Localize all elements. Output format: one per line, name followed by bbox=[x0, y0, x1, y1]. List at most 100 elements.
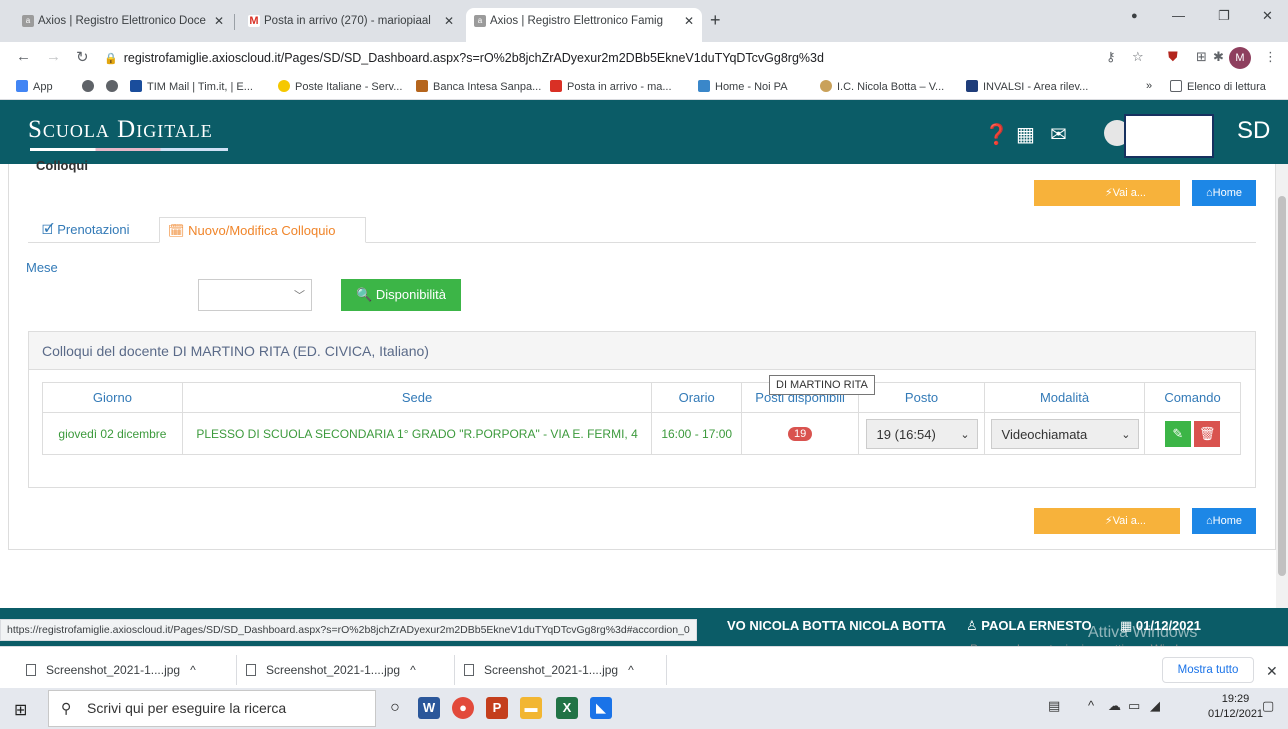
windows-start-icon[interactable]: ⊞ bbox=[14, 700, 27, 720]
modalita-select[interactable]: Videochiamata ⌄ bbox=[990, 418, 1139, 449]
cell-posto: 19 (16:54) ⌄ bbox=[858, 412, 986, 455]
task-view-icon[interactable]: ○ bbox=[384, 697, 406, 719]
close-icon[interactable]: ✕ bbox=[684, 8, 694, 34]
extensions-icon[interactable]: ✱ bbox=[1213, 49, 1224, 65]
lock-icon: 🔒 bbox=[104, 53, 118, 65]
sd-logo: SD bbox=[1237, 117, 1271, 144]
bookmark-noipa[interactable]: Home - Noi PA bbox=[698, 80, 788, 93]
tab-nuovo-modifica-colloquio[interactable]: 🗓 Nuovo/Modifica Colloquio bbox=[159, 217, 366, 243]
photos-icon[interactable]: ◣ bbox=[590, 697, 612, 719]
chevron-up-icon[interactable]: ^ bbox=[410, 663, 416, 677]
grid-icon[interactable]: ⊞ bbox=[1196, 49, 1207, 65]
scrollbar-thumb[interactable] bbox=[1278, 196, 1286, 576]
powerpoint-icon[interactable]: P bbox=[486, 697, 508, 719]
search-icon: ⚲ bbox=[61, 700, 72, 716]
globe-icon[interactable] bbox=[106, 80, 123, 93]
bookmarks-overflow[interactable]: » bbox=[1146, 80, 1152, 92]
taskbar-clock[interactable]: 19:29 01/12/2021 bbox=[1208, 692, 1263, 722]
browser-tab-gmail[interactable]: M Posta in arrivo (270) - mariopiaal ✕ bbox=[240, 8, 462, 42]
bookmark-invalsi[interactable]: INVALSI - Area rilev... bbox=[966, 80, 1088, 93]
window-close-icon[interactable]: ✕ bbox=[1262, 8, 1273, 24]
download-item[interactable]: Screenshot_2021-1....jpg ^ bbox=[464, 663, 634, 677]
word-icon[interactable]: W bbox=[418, 697, 440, 719]
browser-tab-axios-docente[interactable]: a Axios | Registro Elettronico Doce ✕ bbox=[14, 8, 232, 42]
notification-icon[interactable]: ▢ bbox=[1262, 698, 1274, 714]
bookmark-gmail[interactable]: Posta in arrivo - ma... bbox=[550, 80, 672, 93]
posto-select[interactable]: 19 (16:54) ⌄ bbox=[865, 418, 978, 449]
bolt-icon: ⚡ bbox=[1104, 187, 1113, 199]
network-icon[interactable]: ▭ bbox=[1128, 698, 1140, 714]
building-icon[interactable]: ▦ bbox=[1016, 122, 1035, 147]
menu-kebab-icon[interactable]: ⋮ bbox=[1264, 49, 1277, 65]
help-icon[interactable]: ❓ bbox=[984, 122, 1009, 147]
bookmark-ic-botta[interactable]: I.C. Nicola Botta – V... bbox=[820, 80, 944, 93]
colloqui-table: Giorno Sede Orario Posti disponibili Pos… bbox=[42, 382, 1241, 455]
user-menu-box[interactable] bbox=[1124, 114, 1214, 158]
minimize-icon[interactable]: — bbox=[1172, 8, 1185, 23]
edit-button[interactable]: ✎ bbox=[1164, 420, 1191, 447]
chevron-up-icon[interactable]: ^ bbox=[628, 663, 634, 677]
windows-taskbar: ⊞ ⚲ Scrivi qui per eseguire la ricerca ○ … bbox=[0, 688, 1288, 729]
star-icon[interactable]: ☆ bbox=[1132, 49, 1144, 65]
browser-tab-axios-famiglie[interactable]: a Axios | Registro Elettronico Famig ✕ bbox=[466, 8, 702, 42]
disponibilita-button[interactable]: 🔍 Disponibilità bbox=[341, 279, 461, 311]
profile-avatar[interactable]: M bbox=[1229, 47, 1251, 69]
file-icon bbox=[26, 664, 36, 676]
vai-a-button[interactable]: ⚡Vai a... bbox=[1034, 180, 1180, 206]
record-icon[interactable]: ● bbox=[1131, 10, 1138, 22]
brand-title[interactable]: Scuola Digitale bbox=[28, 116, 213, 144]
address-bar[interactable]: 🔒 registrofamiglie.axioscloud.it/Pages/SD… bbox=[104, 46, 1104, 70]
mail-icon bbox=[130, 80, 142, 92]
user-icon: ♙ bbox=[966, 618, 982, 633]
axios-favicon-icon: a bbox=[22, 15, 34, 27]
envelope-icon[interactable]: ✉ bbox=[1050, 122, 1067, 147]
downloads-close-icon[interactable]: ✕ bbox=[1266, 663, 1278, 680]
bookmark-intesa[interactable]: Banca Intesa Sanpa... bbox=[416, 80, 541, 93]
taskbar-search[interactable]: ⚲ Scrivi qui per eseguire la ricerca bbox=[48, 690, 376, 727]
reload-icon[interactable]: ↻ bbox=[76, 48, 89, 66]
windows-watermark-title: Attiva Windows bbox=[1088, 624, 1198, 641]
volume-icon[interactable]: ◢ bbox=[1150, 698, 1160, 714]
reading-list[interactable]: Elenco di lettura bbox=[1170, 80, 1266, 93]
ublock-icon[interactable]: ⛊ bbox=[1168, 49, 1178, 65]
download-divider bbox=[666, 655, 667, 685]
cell-giorno: giovedì 02 dicembre bbox=[42, 412, 183, 455]
close-icon[interactable]: ✕ bbox=[444, 8, 454, 34]
edit-icon: ✎ bbox=[1172, 425, 1184, 441]
downloads-bar: Screenshot_2021-1....jpg ^ Screenshot_20… bbox=[0, 646, 1288, 688]
file-explorer-icon[interactable]: ▬ bbox=[520, 697, 542, 719]
download-item[interactable]: Screenshot_2021-1....jpg ^ bbox=[26, 663, 196, 677]
restore-icon[interactable]: ❐ bbox=[1218, 8, 1230, 24]
tab-prenotazioni[interactable]: 🗹 Prenotazioni bbox=[34, 217, 138, 243]
home-button-bottom[interactable]: ⌂Home bbox=[1192, 508, 1256, 534]
bookmark-apps[interactable]: App bbox=[16, 80, 53, 93]
forward-icon[interactable]: → bbox=[46, 48, 61, 65]
chevron-up-icon[interactable]: ^ bbox=[190, 663, 196, 677]
home-button[interactable]: ⌂Home bbox=[1192, 180, 1256, 206]
app-header: Scuola Digitale bbox=[0, 100, 1288, 164]
bookmark-tim-mail[interactable]: TIM Mail | Tim.it, | E... bbox=[130, 80, 253, 93]
col-header-giorno: Giorno bbox=[42, 382, 183, 413]
bookmark-poste[interactable]: Poste Italiane - Serv... bbox=[278, 80, 402, 93]
download-item[interactable]: Screenshot_2021-1....jpg ^ bbox=[246, 663, 416, 677]
poste-icon bbox=[278, 80, 290, 92]
globe-icon[interactable] bbox=[82, 80, 99, 93]
onedrive-icon[interactable]: ☁ bbox=[1108, 698, 1121, 714]
tray-chevron-up-icon[interactable]: ^ bbox=[1088, 698, 1094, 713]
reading-list-icon bbox=[1170, 80, 1182, 92]
chrome-icon[interactable]: ● bbox=[452, 697, 474, 719]
close-icon[interactable]: ✕ bbox=[214, 8, 224, 34]
keyboard-icon[interactable]: ▤ bbox=[1048, 698, 1060, 714]
mese-select[interactable]: ﹀ bbox=[198, 279, 312, 311]
key-icon[interactable]: ⚷ bbox=[1106, 49, 1116, 65]
delete-button[interactable]: 🗑 bbox=[1194, 420, 1221, 447]
download-divider bbox=[454, 655, 455, 685]
vai-a-button-bottom[interactable]: ⚡Vai a... bbox=[1034, 508, 1180, 534]
show-all-button[interactable]: Mostra tutto bbox=[1162, 657, 1254, 683]
col-header-sede: Sede bbox=[181, 382, 653, 413]
excel-icon[interactable]: X bbox=[556, 697, 578, 719]
new-tab-icon[interactable]: + bbox=[710, 8, 721, 32]
status-url: https://registrofamiglie.axioscloud.it/P… bbox=[0, 619, 697, 641]
back-icon[interactable]: ← bbox=[16, 48, 31, 65]
browser-tab-label: Axios | Registro Elettronico Doce bbox=[38, 15, 206, 27]
